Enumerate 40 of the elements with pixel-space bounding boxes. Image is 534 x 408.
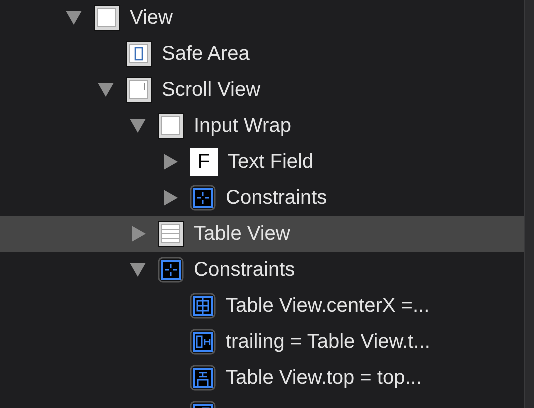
- outline-row[interactable]: Table View.top = top...: [0, 360, 524, 396]
- constraint-icon: [190, 365, 216, 391]
- outline-row[interactable]: Constraints: [0, 252, 524, 288]
- collapse-triangle-icon[interactable]: [98, 83, 114, 97]
- outline-row[interactable]: Scroll View: [0, 72, 524, 108]
- outline-row[interactable]: Constraints: [0, 180, 524, 216]
- table-view-icon: [158, 221, 184, 247]
- outline-label: Constraints: [226, 186, 328, 210]
- collapse-triangle-icon[interactable]: [130, 263, 146, 277]
- view-icon: [94, 5, 120, 31]
- outline-row[interactable]: Input Wrap: [0, 108, 524, 144]
- text-field-icon: F: [190, 148, 218, 176]
- outline-label: Input Wrap: [194, 114, 292, 138]
- outline-label: Safe Area: [162, 42, 250, 66]
- expand-triangle-icon[interactable]: [132, 226, 146, 242]
- outline-label: Scroll View: [162, 78, 261, 102]
- outline-row[interactable]: trailing = Table View.t...: [0, 324, 524, 360]
- constraint-icon: [190, 329, 216, 355]
- scroll-view-icon: [126, 77, 152, 103]
- collapse-triangle-icon[interactable]: [130, 119, 146, 133]
- outline-row[interactable]: View: [0, 0, 524, 36]
- view-icon: [158, 113, 184, 139]
- outline-label: Table View.centerX =...: [226, 294, 430, 318]
- constraints-icon: [190, 185, 216, 211]
- constraints-icon: [158, 257, 184, 283]
- outline-label: trailing = Table View.t...: [226, 330, 430, 354]
- outline-row[interactable]: Table View: [0, 216, 524, 252]
- collapse-triangle-icon[interactable]: [66, 11, 82, 25]
- expand-triangle-icon[interactable]: [164, 154, 178, 170]
- outline-label: Constraints: [194, 258, 296, 282]
- safe-area-icon: [126, 41, 152, 67]
- outline-label: Text Field: [228, 150, 314, 174]
- constraint-icon: [190, 293, 216, 319]
- outline-row[interactable]: F Text Field: [0, 144, 524, 180]
- outline-label: Table View: [194, 222, 290, 246]
- outline-label: Table View.top = top...: [226, 366, 422, 390]
- expand-triangle-icon[interactable]: [164, 190, 178, 206]
- outline-label: View: [130, 6, 173, 30]
- outline-row[interactable]: Safe Area: [0, 36, 524, 72]
- outline-row[interactable]: Table View.centerX =...: [0, 288, 524, 324]
